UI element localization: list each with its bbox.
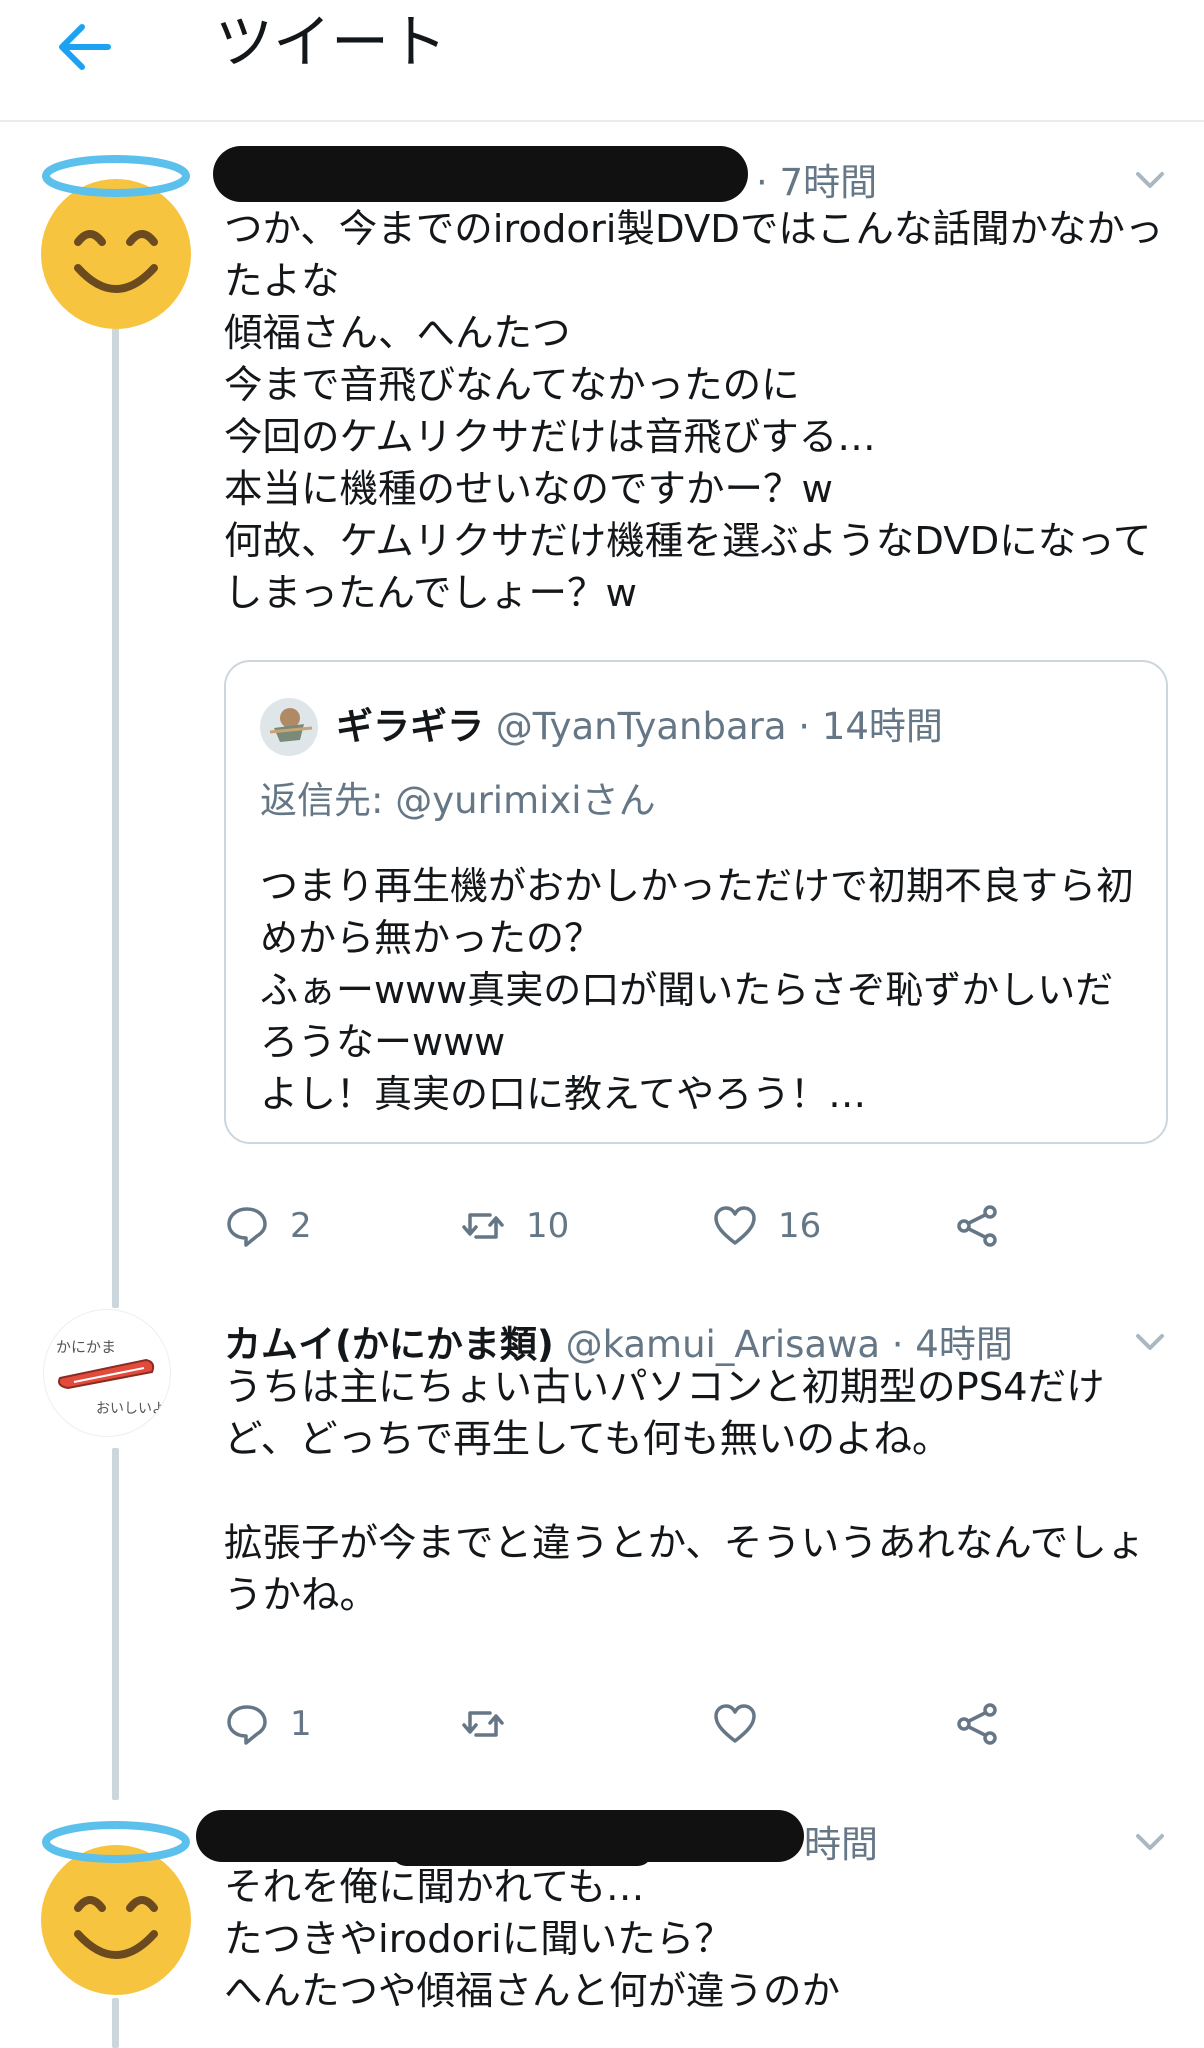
- quoted-avatar: [260, 698, 318, 756]
- kanikama-avatar[interactable]: かにかま おいしいよ: [44, 1310, 170, 1436]
- tweet-time[interactable]: · 4時間: [892, 1323, 1013, 1366]
- page-title: ツイート: [215, 8, 448, 76]
- retweet-icon: [462, 1213, 504, 1239]
- tweet-text: つか、今までのirodori製DVDではこんな話聞かなかったよな 傾福さん、へん…: [224, 207, 1164, 616]
- redacted-name: [213, 146, 748, 202]
- chevron-down-icon[interactable]: [1130, 1826, 1170, 1856]
- share-icon: [957, 1205, 997, 1247]
- tweet-text: うちは主にちょい古いパソコンと初期型のPS4だけど、どっちで再生しても何も無いの…: [224, 1365, 1146, 1618]
- action-bar: 1: [224, 1694, 1024, 1754]
- halo-smiley-avatar[interactable]: [22, 1808, 210, 1998]
- halo-smiley-avatar[interactable]: [22, 142, 210, 332]
- tweet-header: カムイ(かにかま類) @kamui_Arisawa · 4時間: [224, 1314, 1013, 1368]
- replying-to: 返信先: @yurimixiさん: [260, 770, 656, 824]
- like-button[interactable]: [712, 1694, 778, 1754]
- author-name[interactable]: カムイ(かにかま類): [224, 1323, 554, 1366]
- like-count: 16: [778, 1206, 822, 1246]
- chevron-down-icon[interactable]: [1130, 1326, 1170, 1356]
- tweet-text: それを俺に聞かれても… たつきやirodoriに聞いたら？ へんたつや傾福さんと…: [224, 1865, 841, 2014]
- crab-stick-icon: [58, 1358, 155, 1390]
- like-button[interactable]: 16: [712, 1196, 821, 1256]
- retweet-count: 10: [526, 1206, 570, 1246]
- reply-icon: [227, 1705, 267, 1745]
- quoted-handle: @TyanTyanbara: [495, 705, 787, 748]
- heart-icon: [714, 1704, 756, 1743]
- tweet-time[interactable]: · 7時間: [756, 152, 877, 206]
- reply-icon: [227, 1207, 267, 1247]
- reply-count: 1: [290, 1704, 312, 1744]
- quoted-tweet[interactable]: ギラギラ @TyanTyanbara · 14時間 返信先: @yurimixi…: [224, 660, 1168, 1144]
- reply-mention: @yurimixiさん: [395, 779, 656, 822]
- reply-count: 2: [290, 1206, 312, 1246]
- quoted-text: つまり再生機がおかしかっただけで初期不良すら初めから無かったの？ ふぁーwww真…: [260, 864, 1135, 1116]
- reply-prefix: 返信先:: [260, 779, 396, 822]
- heart-icon: [714, 1206, 756, 1245]
- thread-line: [112, 328, 119, 1308]
- person-icon: [269, 708, 313, 742]
- chevron-down-icon[interactable]: [1130, 164, 1170, 194]
- action-bar: 2 10 16: [224, 1196, 1024, 1256]
- quoted-author-name: ギラギラ: [336, 705, 484, 748]
- retweet-button[interactable]: [460, 1694, 526, 1754]
- quoted-time: · 14時間: [798, 705, 943, 748]
- avatar-text-bottom: おいしいよ: [96, 1401, 166, 1417]
- retweet-icon: [462, 1711, 504, 1737]
- thread-line: [112, 1448, 119, 1800]
- reply-button[interactable]: 1: [224, 1694, 312, 1754]
- tweet-time[interactable]: 時間: [804, 1814, 878, 1868]
- thread-line: [112, 1998, 119, 2048]
- top-bar: ツイート: [0, 0, 1204, 122]
- reply-button[interactable]: 2: [224, 1196, 312, 1256]
- quoted-header: ギラギラ @TyanTyanbara · 14時間: [336, 696, 943, 750]
- back-arrow-icon[interactable]: [50, 12, 120, 82]
- share-button[interactable]: [954, 1694, 1020, 1754]
- share-icon: [957, 1703, 997, 1745]
- avatar-text-top: かにかま: [56, 1338, 117, 1356]
- share-button[interactable]: [954, 1196, 1020, 1256]
- author-handle[interactable]: @kamui_Arisawa: [566, 1323, 880, 1366]
- retweet-button[interactable]: 10: [460, 1196, 569, 1256]
